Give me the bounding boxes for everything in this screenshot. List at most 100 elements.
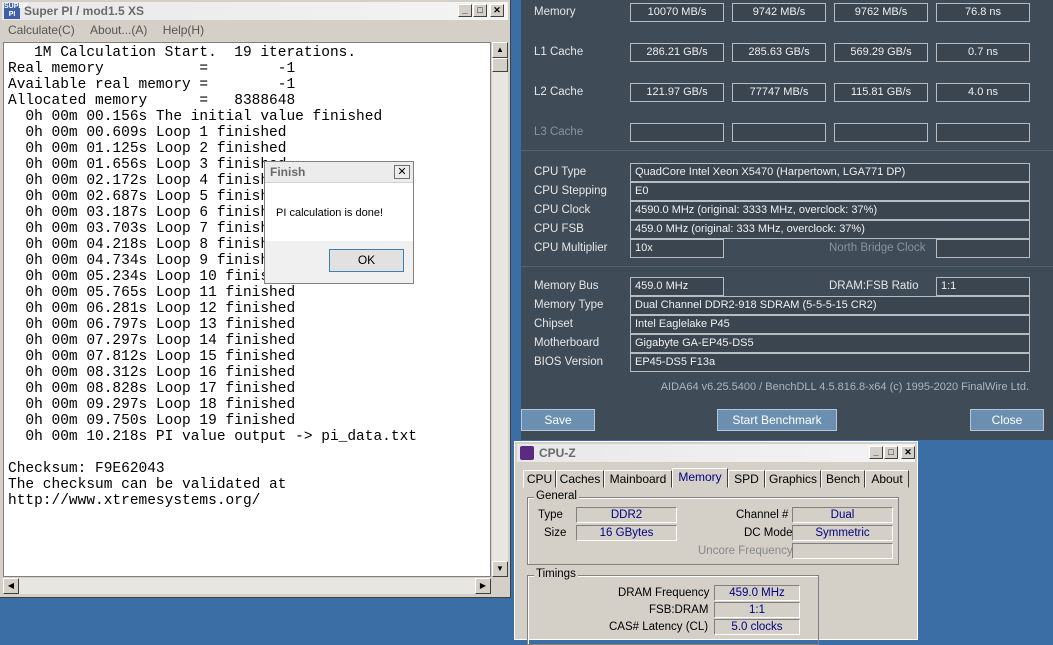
l3-read <box>630 123 724 142</box>
scroll-left-arrow-icon[interactable]: ◀ <box>3 578 19 594</box>
nb-clock-value <box>936 239 1030 258</box>
output-line: Checksum: F9E62043 <box>8 461 165 477</box>
dram-fsb-ratio-value: 1:1 <box>936 277 1030 296</box>
output-line: 0h 00m 08.312s Loop 16 finished <box>8 365 296 381</box>
output-line: 0h 00m 09.750s Loop 19 finished <box>8 413 296 429</box>
cpu-stepping-value: E0 <box>630 182 1030 201</box>
memory-copy: 9762 MB/s <box>834 3 928 22</box>
tab-graphics[interactable]: Graphics <box>765 470 821 488</box>
row-label-memory: Memory <box>534 6 576 18</box>
chipset-value: Intel Eaglelake P45 <box>630 315 1030 334</box>
output-line: 0h 00m 06.797s Loop 13 finished <box>8 317 296 333</box>
cpuz-app-icon <box>520 446 534 460</box>
channel-value: Dual <box>792 507 893 523</box>
superpi-menubar: Calculate(C) About...(A) Help(H) <box>2 21 508 39</box>
output-line: http://www.xtremesystems.org/ <box>8 493 261 509</box>
fsb-dram-value: 1:1 <box>714 602 800 618</box>
cpu-multiplier-value: 10x <box>630 239 724 258</box>
cpuz-titlebar[interactable]: CPU-Z _ □ ✕ <box>517 444 915 462</box>
cpu-clock-label: CPU Clock <box>534 204 591 216</box>
motherboard-label: Motherboard <box>534 337 600 349</box>
chipset-label: Chipset <box>534 318 573 330</box>
output-line: 0h 00m 06.281s Loop 12 finished <box>8 301 296 317</box>
row-label-l2: L2 Cache <box>534 86 584 98</box>
output-line: 0h 00m 08.828s Loop 17 finished <box>8 381 296 397</box>
close-button[interactable]: ✕ <box>901 446 915 459</box>
scroll-up-arrow-icon[interactable]: ▲ <box>492 42 508 58</box>
output-line: 0h 00m 01.125s Loop 2 finished <box>8 141 287 157</box>
output-line: 0h 00m 07.812s Loop 15 finished <box>8 349 296 365</box>
output-line: 0h 00m 09.297s Loop 18 finished <box>8 397 296 413</box>
size-value: 16 GBytes <box>576 525 677 541</box>
l1-write: 285.63 GB/s <box>732 43 826 62</box>
ok-button[interactable]: OK <box>329 249 404 272</box>
dc-mode-value: Symmetric <box>792 525 893 541</box>
type-value: DDR2 <box>576 507 677 523</box>
separator <box>521 150 1053 151</box>
finish-dialog: Finish ✕ PI calculation is done! OK <box>264 161 414 284</box>
cpuz-window: CPU-Z _ □ ✕ CPU Caches Mainboard Memory … <box>514 441 918 645</box>
nb-clock-label: North Bridge Clock <box>829 242 926 254</box>
tab-bench[interactable]: Bench <box>821 470 865 488</box>
row-label-l1: L1 Cache <box>534 46 584 58</box>
separator <box>521 266 1053 267</box>
fsb-dram-label: FSB:DRAM <box>649 604 709 616</box>
cpu-clock-value: 4590.0 MHz (original: 3333 MHz, overcloc… <box>630 201 1030 220</box>
scroll-right-arrow-icon[interactable]: ▶ <box>475 578 491 594</box>
cpu-type-label: CPU Type <box>534 166 587 178</box>
timings-group: Timings DRAM Frequency 459.0 MHz FSB:DRA… <box>527 568 819 645</box>
maximize-button[interactable]: □ <box>884 446 898 459</box>
l3-copy <box>834 123 928 142</box>
l2-read: 121.97 GB/s <box>630 83 724 102</box>
output-line: 0h 00m 02.687s Loop 5 finished <box>8 189 287 205</box>
uncore-frequency-value <box>792 543 893 559</box>
tab-caches[interactable]: Caches <box>556 470 604 488</box>
tab-mainboard[interactable]: Mainboard <box>604 470 672 488</box>
superpi-vertical-scrollbar[interactable]: ▲ ▼ <box>492 42 508 577</box>
maximize-button[interactable]: □ <box>473 4 487 17</box>
output-line: 1M Calculation Start. 19 iterations. <box>8 45 357 61</box>
start-benchmark-button[interactable]: Start Benchmark <box>717 409 837 431</box>
finish-message: PI calculation is done! <box>276 207 384 219</box>
cpu-stepping-label: CPU Stepping <box>534 185 607 197</box>
close-button[interactable]: ✕ <box>490 4 504 17</box>
output-line: 0h 00m 00.609s Loop 1 finished <box>8 125 287 141</box>
tab-spd[interactable]: SPD <box>728 470 765 488</box>
menu-about[interactable]: About...(A) <box>84 21 153 37</box>
superpi-titlebar[interactable]: SUPER PI Super PI / mod1.5 XS _ □ ✕ <box>2 2 508 20</box>
aida-close-button[interactable]: Close <box>970 409 1044 431</box>
minimize-button[interactable]: _ <box>869 446 883 459</box>
scroll-thumb[interactable] <box>492 58 508 72</box>
menu-calculate[interactable]: Calculate(C) <box>2 21 81 37</box>
cpu-type-value: QuadCore Intel Xeon X5470 (Harpertown, L… <box>630 163 1030 182</box>
size-label: Size <box>544 527 567 539</box>
superpi-output[interactable]: 1M Calculation Start. 19 iterations. Real… <box>3 42 491 577</box>
bios-version-value: EP45-DS5 F13a <box>630 353 1030 372</box>
scroll-down-arrow-icon[interactable]: ▼ <box>492 561 508 577</box>
tab-about[interactable]: About <box>865 470 909 488</box>
superpi-app-icon: SUPER PI <box>4 3 29 19</box>
output-line: Allocated memory = 8388648 <box>8 93 296 109</box>
finish-dialog-title[interactable]: Finish <box>265 162 413 183</box>
output-line: 0h 00m 00.156s The initial value finishe… <box>8 109 383 125</box>
tab-cpu[interactable]: CPU <box>523 470 556 488</box>
output-line: Real memory = -1 <box>8 61 296 77</box>
memory-write: 9742 MB/s <box>732 3 826 22</box>
l2-copy: 115.81 GB/s <box>834 83 928 102</box>
tab-memory[interactable]: Memory <box>672 468 728 488</box>
bios-version-label: BIOS Version <box>534 356 604 368</box>
memory-type-value: Dual Channel DDR2-918 SDRAM (5-5-5-15 CR… <box>630 296 1030 315</box>
minimize-button[interactable]: _ <box>458 4 472 17</box>
output-line: 0h 00m 05.765s Loop 11 finished <box>8 285 296 301</box>
dc-mode-label: DC Mode <box>744 527 793 539</box>
superpi-window: SUPER PI Super PI / mod1.5 XS _ □ ✕ Calc… <box>0 0 511 598</box>
superpi-horizontal-scrollbar[interactable]: ◀ ▶ <box>3 578 491 594</box>
l3-latency <box>936 123 1030 142</box>
menu-help[interactable]: Help(H) <box>157 21 210 37</box>
superpi-title: Super PI / mod1.5 XS <box>24 4 145 18</box>
l2-write: 77747 MB/s <box>732 83 826 102</box>
dialog-close-icon[interactable]: ✕ <box>394 165 410 179</box>
save-button[interactable]: Save <box>521 409 595 431</box>
memory-bus-label: Memory Bus <box>534 280 599 292</box>
